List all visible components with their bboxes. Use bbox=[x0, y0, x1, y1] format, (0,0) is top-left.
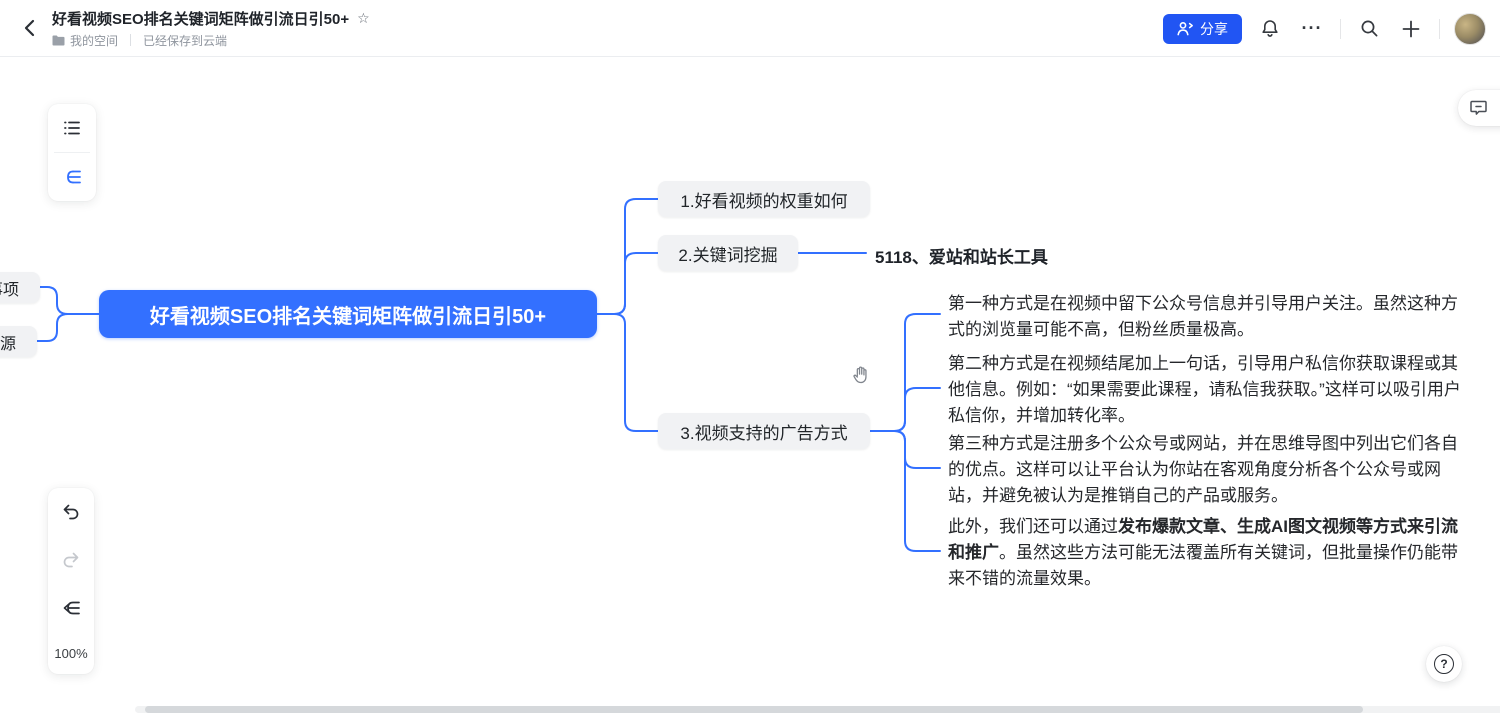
horizontal-scrollbar-thumb[interactable] bbox=[145, 706, 1363, 713]
search-icon bbox=[1360, 19, 1379, 38]
topbar-divider bbox=[1340, 19, 1341, 39]
workspace-crumb[interactable]: 我的空间 bbox=[52, 32, 118, 49]
share-button[interactable]: 分享 bbox=[1163, 14, 1242, 44]
branch-node-2[interactable]: 2.关键词挖掘 bbox=[658, 235, 798, 271]
paragraph-text: 第二种方式是在视频结尾加上一句话，引导用户私信你获取课程或其他信息。例如：“如果… bbox=[948, 354, 1461, 425]
page-title: 好看视频SEO排名关键词矩阵做引流日引50+ bbox=[52, 8, 349, 29]
paragraph-node-1[interactable]: 第一种方式是在视频中留下公众号信息并引导用户关注。虽然这种方式的浏览量可能不高，… bbox=[948, 291, 1462, 343]
plus-icon bbox=[1402, 20, 1420, 38]
share-person-icon bbox=[1177, 21, 1194, 36]
user-avatar[interactable] bbox=[1454, 13, 1486, 45]
root-topic-node[interactable]: 好看视频SEO排名关键词矩阵做引流日引50+ bbox=[99, 290, 597, 338]
topbar: 好看视频SEO排名关键词矩阵做引流日引50+ ☆ 我的空间 已经保存到云端 分享 bbox=[0, 0, 1500, 57]
comment-button[interactable] bbox=[1458, 90, 1500, 126]
mindmap-canvas[interactable]: 事项 来源 好看视频SEO排名关键词矩阵做引流日引50+ 1.好看视频的权重如何… bbox=[0, 57, 1500, 720]
mindmap-view-button[interactable] bbox=[48, 153, 96, 201]
node-label: 来源 bbox=[0, 330, 16, 354]
ellipsis-icon: ··· bbox=[1302, 18, 1323, 39]
paragraph-text: 第三种方式是注册多个公众号或网站，并在思维导图中列出它们各自的优点。这样可以让平… bbox=[948, 434, 1458, 505]
more-menu-button[interactable]: ··· bbox=[1298, 15, 1326, 43]
view-mode-panel bbox=[48, 104, 96, 201]
breadcrumb-divider bbox=[130, 34, 131, 46]
zoom-level-button[interactable]: 100% bbox=[48, 632, 94, 674]
undo-icon bbox=[62, 504, 80, 520]
paragraph-text: 此外，我们还可以通过 bbox=[948, 517, 1118, 536]
share-label: 分享 bbox=[1200, 19, 1228, 39]
folder-icon bbox=[52, 35, 65, 46]
bell-icon bbox=[1261, 19, 1279, 38]
keyword-tools-node[interactable]: 5118、爱站和站长工具 bbox=[875, 243, 1048, 268]
branch-node-3[interactable]: 3.视频支持的广告方式 bbox=[658, 413, 870, 449]
outline-view-button[interactable] bbox=[48, 104, 96, 152]
back-button[interactable] bbox=[16, 14, 44, 42]
paragraph-text: 。虽然这些方法可能无法覆盖所有关键词，但批量操作仍能带来不错的流量效果。 bbox=[948, 543, 1458, 588]
paragraph-node-2[interactable]: 第二种方式是在视频结尾加上一句话，引导用户私信你获取课程或其他信息。例如：“如果… bbox=[948, 351, 1462, 429]
create-new-button[interactable] bbox=[1397, 15, 1425, 43]
help-button[interactable]: ? bbox=[1426, 646, 1462, 682]
mindmap-structure-icon bbox=[63, 169, 82, 185]
favorite-star-icon[interactable]: ☆ bbox=[357, 10, 370, 27]
canvas-controls-panel: 100% bbox=[48, 488, 94, 674]
paragraph-text: 第一种方式是在视频中留下公众号信息并引导用户关注。虽然这种方式的浏览量可能不高，… bbox=[948, 294, 1458, 339]
redo-icon bbox=[62, 552, 80, 568]
paragraph-node-3[interactable]: 第三种方式是注册多个公众号或网站，并在思维导图中列出它们各自的优点。这样可以让平… bbox=[948, 431, 1462, 509]
zoom-level-value: 100% bbox=[54, 646, 87, 661]
root-topic-label: 好看视频SEO排名关键词矩阵做引流日引50+ bbox=[150, 300, 546, 329]
search-button[interactable] bbox=[1355, 15, 1383, 43]
redo-button[interactable] bbox=[48, 536, 94, 584]
collapse-branches-button[interactable] bbox=[48, 584, 94, 632]
paragraph-node-4[interactable]: 此外，我们还可以通过发布爆款文章、生成AI图文视频等方式来引流和推广。虽然这些方… bbox=[948, 514, 1462, 592]
node-label: 3.视频支持的广告方式 bbox=[680, 419, 847, 444]
question-mark-icon: ? bbox=[1434, 654, 1454, 674]
save-status: 已经保存到云端 bbox=[143, 32, 227, 49]
notifications-button[interactable] bbox=[1256, 15, 1284, 43]
collapse-branch-icon bbox=[62, 600, 81, 616]
branch-node-1[interactable]: 1.好看视频的权重如何 bbox=[658, 181, 870, 217]
undo-button[interactable] bbox=[48, 488, 94, 536]
comment-icon bbox=[1470, 100, 1487, 116]
title-block: 好看视频SEO排名关键词矩阵做引流日引50+ ☆ 我的空间 已经保存到云端 bbox=[52, 8, 370, 49]
workspace-label: 我的空间 bbox=[70, 32, 118, 49]
left-stub-node-bottom[interactable]: 来源 bbox=[0, 326, 37, 357]
node-label: 2.关键词挖掘 bbox=[678, 241, 777, 266]
chevron-left-icon bbox=[24, 19, 36, 37]
left-stub-node-top[interactable]: 事项 bbox=[0, 272, 40, 303]
node-label: 1.好看视频的权重如何 bbox=[680, 187, 847, 212]
node-label: 事项 bbox=[0, 276, 19, 300]
outline-list-icon bbox=[63, 120, 81, 136]
topbar-divider bbox=[1439, 19, 1440, 39]
breadcrumb: 我的空间 已经保存到云端 bbox=[52, 32, 370, 49]
topbar-actions: 分享 ··· bbox=[1163, 0, 1486, 57]
